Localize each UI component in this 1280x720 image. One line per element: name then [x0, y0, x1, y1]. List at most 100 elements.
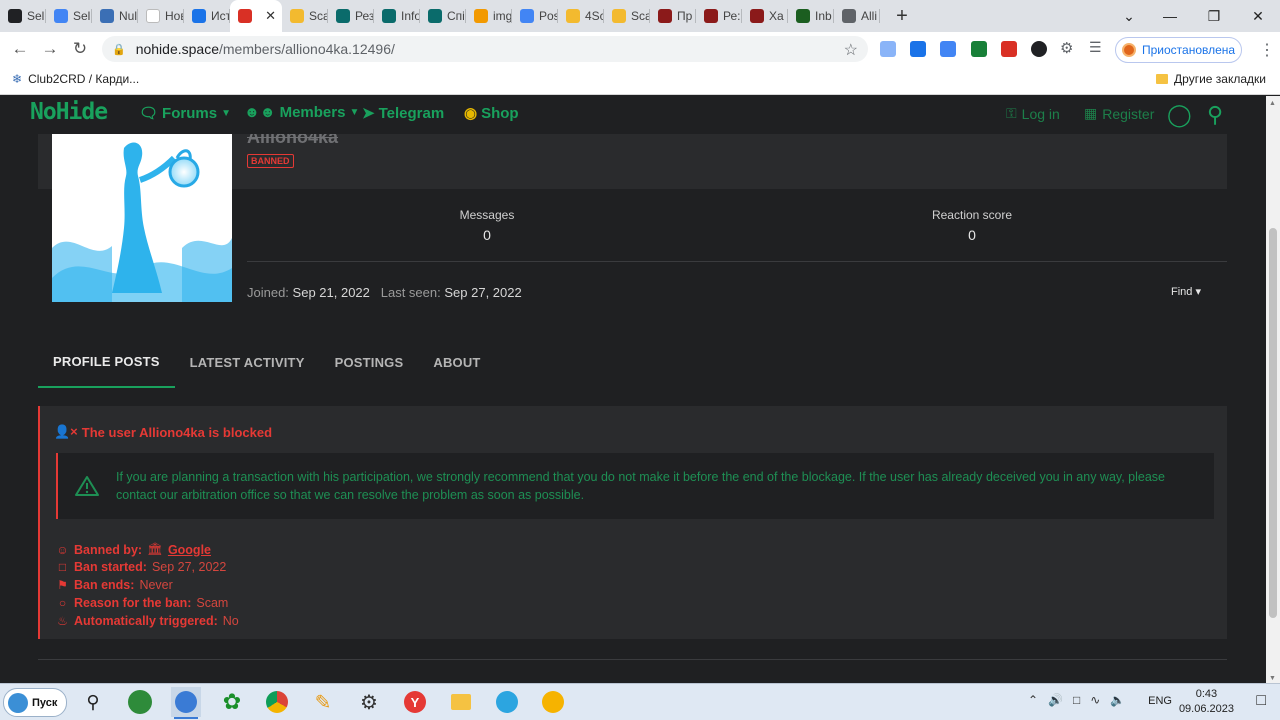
scroll-up-icon[interactable]: ▲: [1269, 100, 1276, 107]
puzzle-icon[interactable]: ⚙: [1060, 39, 1076, 57]
tab-search-button[interactable]: ⌄: [1107, 0, 1151, 32]
start-button[interactable]: Пуск: [3, 688, 67, 717]
yandex-browser-icon[interactable]: Y: [400, 687, 430, 717]
language-indicator[interactable]: ENG: [1148, 695, 1172, 707]
ban-reason-value: Scam: [196, 596, 229, 610]
browser-tab[interactable]: Спі: [420, 0, 466, 32]
bookmark-club2crd[interactable]: ❄ Club2CRD / Карди...: [12, 72, 139, 86]
minimize-label: —: [1163, 8, 1177, 24]
browser-tab[interactable]: 4Sc: [558, 0, 604, 32]
profile-tab-about[interactable]: ABOUT: [418, 336, 495, 388]
browser-tab[interactable]: Inb: [788, 0, 834, 32]
page-scrollbar[interactable]: ▲ ▼: [1266, 96, 1280, 686]
browser-tab[interactable]: Alli: [834, 0, 880, 32]
chat-bubble-icon: 🗨: [139, 105, 159, 122]
os-taskbar: Пуск ⚲ ✿ ✎ ⚙ Y ENG 0:43 09.06.2023 ⌃🔊□∿🔈…: [0, 683, 1280, 720]
avatar[interactable]: [52, 128, 232, 302]
browser-tab[interactable]: Pos: [512, 0, 558, 32]
chrome-icon[interactable]: [262, 687, 292, 717]
browser-tab[interactable]: Новая в: [138, 0, 184, 32]
tab-favicon-icon: [146, 9, 160, 23]
browser-app-icon[interactable]: [171, 687, 201, 719]
media-icon[interactable]: ☰: [1089, 39, 1105, 55]
browser-tab[interactable]: Ре:: [696, 0, 742, 32]
auto-triggered-label: Automatically triggered:: [74, 614, 218, 628]
tab-close-icon[interactable]: ✕: [265, 8, 276, 24]
app-icon-green[interactable]: ✿: [217, 687, 247, 717]
messages-value[interactable]: 0: [417, 227, 557, 243]
nav-telegram[interactable]: ➤ Telegram: [362, 104, 444, 123]
ban-ends-value: Never: [139, 578, 173, 592]
language-globe-icon[interactable]: ◯: [1167, 102, 1192, 128]
find-dropdown[interactable]: Find ▾: [1171, 285, 1201, 298]
nav-forums[interactable]: 🗨 Forums ▼: [139, 104, 231, 123]
browser-tab[interactable]: Sca: [604, 0, 650, 32]
stats-divider: [247, 261, 1227, 262]
notifications-icon[interactable]: □: [1256, 692, 1266, 710]
reload-icon[interactable]: ↻: [65, 39, 95, 59]
settings-icon[interactable]: ⚙: [354, 687, 384, 717]
tab-title: Ист: [211, 9, 230, 23]
profile-paused-button[interactable]: Приостановлена: [1115, 37, 1242, 63]
nav-shop[interactable]: ◉ Shop: [464, 104, 519, 123]
search-taskbar-icon[interactable]: ⚲: [78, 687, 108, 717]
site-logo[interactable]: NoHide: [30, 99, 108, 125]
new-tab-button[interactable]: +: [890, 5, 914, 28]
url-input[interactable]: 🔒 nohide.space/members/alliono4ka.12496/…: [102, 36, 868, 62]
banned-by-link[interactable]: Google: [168, 543, 211, 557]
ban-reason-row: ○ Reason for the ban: Scam: [56, 596, 228, 610]
windows-logo-icon: [8, 692, 28, 713]
browser-tab[interactable]: img: [466, 0, 512, 32]
tab-title: Sell: [27, 9, 46, 23]
profile-tab-postings[interactable]: POSTINGS: [320, 336, 419, 388]
translate-icon[interactable]: [940, 41, 956, 57]
bookmark-star-icon[interactable]: ☆: [844, 40, 858, 60]
browser-tab[interactable]: Пр: [650, 0, 696, 32]
user-circle-icon: ☺: [56, 542, 69, 557]
back-icon[interactable]: ←: [5, 39, 35, 59]
app-icon-smiley[interactable]: [538, 687, 568, 717]
extension-icon-4[interactable]: [971, 41, 987, 57]
telegram-icon[interactable]: [492, 687, 522, 717]
close-window-label: ✕: [1252, 7, 1264, 24]
nav-members[interactable]: ☻☻ Members ▼: [244, 104, 359, 121]
minimize-button[interactable]: —: [1148, 0, 1192, 32]
calendar-icon: □: [58, 560, 67, 574]
file-explorer-icon[interactable]: [446, 687, 476, 717]
restore-button[interactable]: ❐: [1192, 0, 1236, 32]
register-link[interactable]: ▦ Register: [1084, 105, 1154, 122]
system-clock[interactable]: 0:43 09.06.2023: [1179, 687, 1234, 717]
ban-ends-row: ⚑ Ban ends: Never: [56, 578, 173, 592]
search-icon[interactable]: ⚲: [1207, 102, 1223, 128]
nav-shop-label: Shop: [481, 104, 519, 122]
tray-icons[interactable]: ⌃🔊□∿🔈: [1028, 693, 1135, 707]
browser-tab[interactable]: Nul: [92, 0, 138, 32]
vpn-extension-icon[interactable]: [1031, 41, 1047, 57]
reaction-score-value: 0: [968, 227, 976, 243]
forward-icon[interactable]: →: [35, 39, 65, 59]
browser-tab[interactable]: Info: [374, 0, 420, 32]
browser-tab[interactable]: Ист: [184, 0, 230, 32]
app-icon-pencil[interactable]: ✎: [308, 687, 338, 717]
login-link[interactable]: ⚿ Log in: [1006, 105, 1060, 122]
utorrent-icon[interactable]: [125, 687, 155, 717]
other-bookmarks[interactable]: Другие закладки: [1156, 72, 1266, 86]
profile-tab-latest-activity[interactable]: LATEST ACTIVITY: [175, 336, 320, 388]
browser-tab[interactable]: Sell: [46, 0, 92, 32]
browser-tab[interactable]: ✕: [230, 0, 282, 32]
browser-tab[interactable]: Рез: [328, 0, 374, 32]
browser-menu-icon[interactable]: ⋮: [1259, 40, 1275, 60]
close-window-button[interactable]: ✕: [1236, 0, 1280, 32]
download-icon[interactable]: [910, 41, 926, 57]
browser-tab[interactable]: Ха: [742, 0, 788, 32]
scrollbar-thumb[interactable]: [1269, 228, 1277, 618]
extension-icon-1[interactable]: [880, 41, 896, 57]
tab-title: Pos: [539, 9, 558, 23]
profile-tab-profile-posts[interactable]: PROFILE POSTS: [38, 336, 175, 388]
clipboard-icon: ▦: [1084, 105, 1098, 121]
scroll-down-icon[interactable]: ▼: [1269, 675, 1276, 682]
browser-tab[interactable]: Sell: [0, 0, 46, 32]
gmail-extension-icon[interactable]: [1001, 41, 1017, 57]
browser-tab[interactable]: Sca: [282, 0, 328, 32]
fire-icon: ♨: [57, 614, 68, 628]
